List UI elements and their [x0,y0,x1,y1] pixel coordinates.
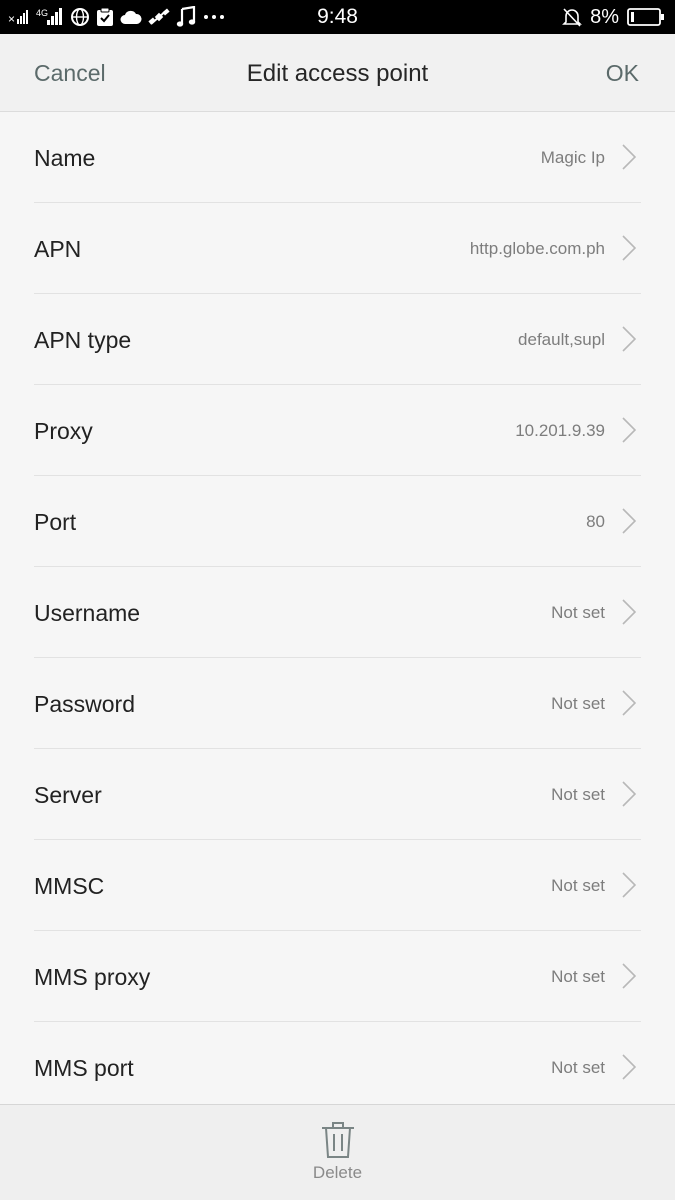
chevron-right-icon [622,235,637,261]
field-value: default,supl [518,330,605,349]
field-value: Not set [551,694,605,713]
field-label: MMS proxy [34,964,151,990]
field-row-port[interactable]: Port 80 [0,476,675,567]
bottom-action-bar: Delete [0,1104,675,1200]
field-row-apn[interactable]: APN http.globe.com.ph [0,203,675,294]
field-label: Proxy [34,418,93,444]
field-label: Name [34,145,96,171]
status-bar: × 4G 9:48 8% [0,0,675,34]
field-row-name[interactable]: Name Magic Ip [0,112,675,203]
field-row-password[interactable]: Password Not set [0,658,675,749]
ok-button[interactable]: OK [606,60,639,87]
field-value: Not set [551,876,605,895]
field-row-username[interactable]: Username Not set [0,567,675,658]
field-label: Password [34,691,135,717]
field-label: Username [34,600,141,626]
chevron-right-icon [622,963,637,989]
field-value: Not set [551,785,605,804]
trash-icon [321,1122,354,1158]
field-row-server[interactable]: Server Not set [0,749,675,840]
field-label: Server [34,782,102,808]
field-value: Not set [551,603,605,622]
field-label: APN type [34,327,132,353]
field-value: http.globe.com.ph [469,239,605,258]
page-title: Edit access point [246,60,429,87]
field-value: 10.201.9.39 [515,421,605,440]
field-value: Not set [551,1058,605,1077]
field-label: APN [34,236,82,262]
status-bar-right-icons: 8% [562,5,665,29]
battery-icon [627,8,665,26]
chevron-right-icon [622,690,637,716]
field-label: MMSC [34,873,105,899]
chevron-right-icon [622,508,637,534]
header-bar: Cancel Edit access point OK [0,34,675,112]
chevron-right-icon [622,1054,637,1080]
delete-label: Delete [312,1163,363,1182]
delete-button[interactable]: Delete [0,1121,675,1183]
chevron-right-icon [622,326,637,352]
field-label: MMS port [34,1055,134,1081]
chevron-right-icon [622,144,637,170]
chevron-right-icon [622,872,637,898]
field-row-proxy[interactable]: Proxy 10.201.9.39 [0,385,675,476]
battery-percent: 8% [590,5,619,28]
chevron-right-icon [622,781,637,807]
field-label: Port [34,509,77,535]
chevron-right-icon [622,417,637,443]
chevron-right-icon [622,599,637,625]
field-row-mms-proxy[interactable]: MMS proxy Not set [0,931,675,1022]
field-row-apn-type[interactable]: APN type default,supl [0,294,675,385]
bell-off-icon [562,6,583,28]
field-value: Magic Ip [540,148,605,167]
field-row-mms-port[interactable]: MMS port Not set [0,1022,675,1104]
field-value: Not set [551,967,605,986]
field-row-mmsc[interactable]: MMSC Not set [0,840,675,931]
apn-settings-list: Name Magic Ip APN http.globe.com.ph APN … [0,112,675,1104]
field-value: 80 [586,512,605,531]
